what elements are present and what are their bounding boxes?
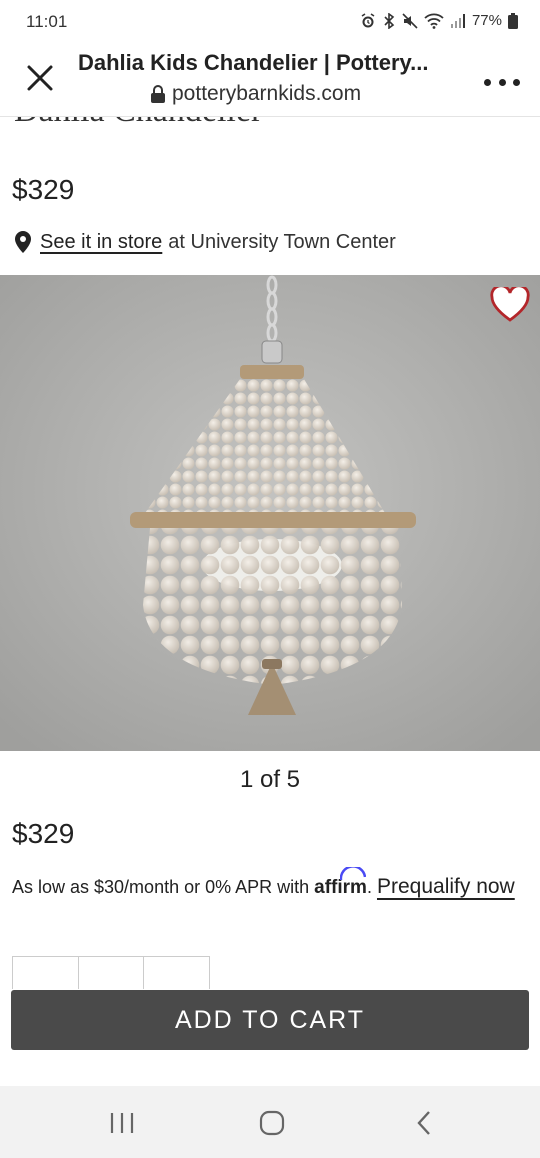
see-in-store-link[interactable]: See it in store — [40, 231, 162, 254]
mute-icon — [402, 12, 418, 29]
close-icon[interactable] — [22, 60, 58, 96]
tab-title: Dahlia Kids Chandelier | Pottery... — [78, 50, 429, 75]
alarm-icon — [361, 12, 375, 27]
prequalify-link[interactable]: Prequalify now — [377, 875, 515, 898]
quantity-stepper[interactable] — [12, 956, 210, 989]
wifi-icon — [424, 13, 444, 29]
favorite-heart-icon[interactable] — [490, 287, 530, 323]
quantity-increase-button[interactable] — [144, 957, 209, 989]
status-time: 11:01 — [26, 12, 68, 31]
url-text: potterybarnkids.com — [172, 82, 362, 105]
price-top: $329 — [12, 174, 75, 205]
store-availability: See it in store at University Town Cente… — [14, 230, 396, 254]
signal-icon — [450, 13, 465, 28]
product-image[interactable] — [0, 275, 540, 751]
quantity-input[interactable] — [79, 957, 145, 989]
location-pin-icon — [15, 231, 31, 253]
more-options-icon[interactable] — [484, 72, 520, 92]
image-counter: 1 of 5 — [239, 766, 301, 793]
bluetooth-icon — [384, 12, 395, 29]
home-icon[interactable] — [259, 1110, 285, 1136]
add-to-cart-button[interactable]: ADD TO CART — [11, 990, 529, 1050]
lock-icon — [151, 85, 165, 103]
financing-info: As low as $30/month or 0% APR with affir… — [12, 867, 532, 903]
chandelier-image — [0, 275, 540, 751]
url-bar[interactable]: potterybarnkids.com — [150, 82, 361, 106]
back-icon[interactable] — [414, 1110, 434, 1136]
price: $329 — [12, 818, 75, 849]
financing-text: As low as $30/month or 0% APR with — [12, 877, 310, 897]
status-bar: 11:01 77% — [0, 0, 540, 44]
battery-icon — [508, 12, 518, 29]
store-location: at University Town Center — [168, 230, 396, 253]
affirm-logo: affirm — [314, 867, 367, 898]
quantity-decrease-button[interactable] — [13, 957, 79, 989]
system-nav-bar — [0, 1086, 540, 1158]
status-icons: 77% — [360, 12, 518, 29]
browser-header: Dahlia Kids Chandelier | Pottery... pott… — [0, 44, 540, 117]
battery-level: 77% — [471, 12, 502, 29]
recent-apps-icon[interactable] — [108, 1110, 136, 1136]
